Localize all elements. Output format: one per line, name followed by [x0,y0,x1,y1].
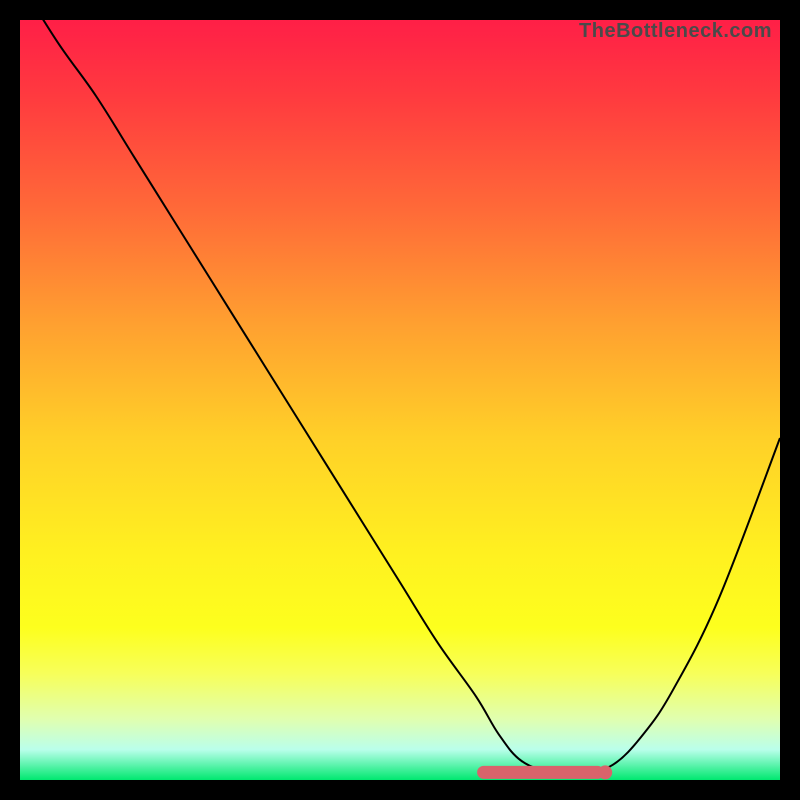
chart-svg [20,20,780,780]
chart-plot-area: TheBottleneck.com [20,20,780,780]
minimum-marker-dot [598,765,612,779]
bottleneck-curve [20,0,780,774]
